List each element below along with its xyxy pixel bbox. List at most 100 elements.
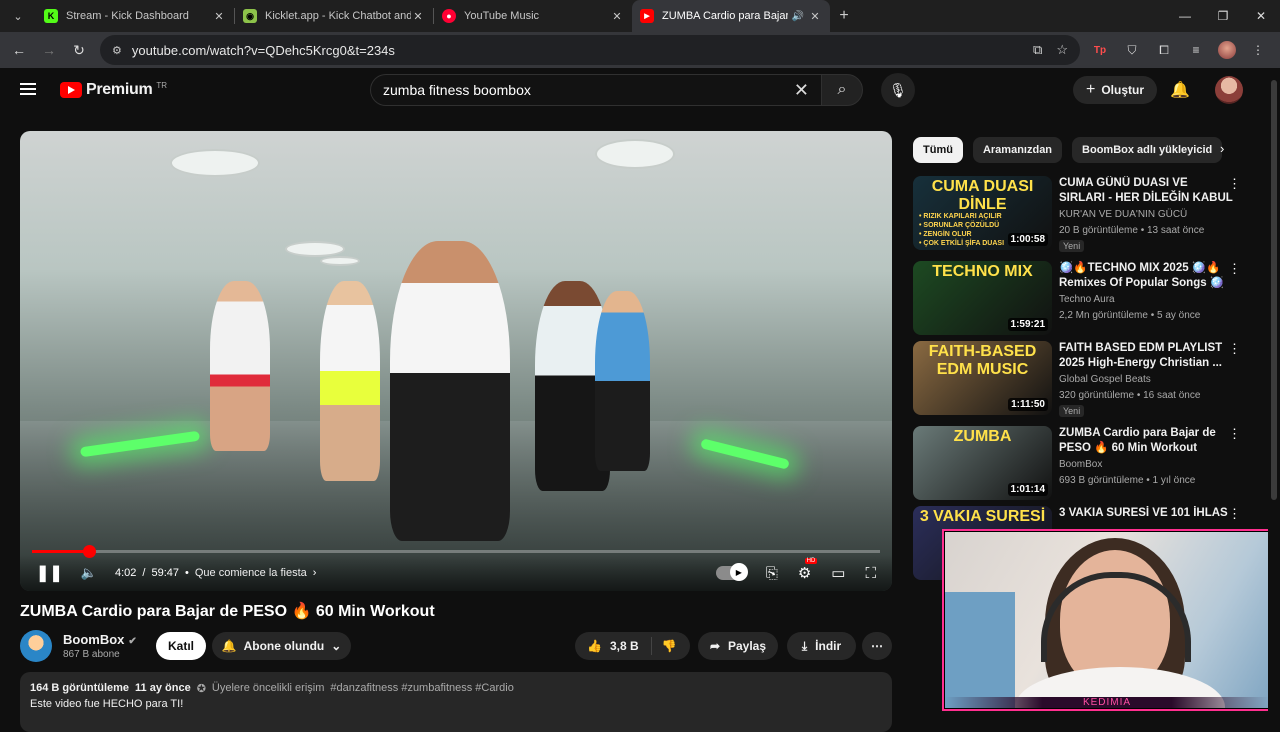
recommendation-title[interactable]: FAITH BASED EDM PLAYLIST 2025 High-Energ… (1059, 341, 1234, 371)
video-thumbnail[interactable]: CUMA DUASI DİNLE • RIZIK KAPILARI AÇILIR… (913, 176, 1052, 250)
more-vertical-icon[interactable]: ⋮ (1228, 341, 1241, 357)
chapter-chevron-icon[interactable]: › (313, 567, 317, 579)
video-thumbnail[interactable]: FAITH-BASED EDM MUSIC 1:11:50 (913, 341, 1052, 415)
more-vertical-icon[interactable]: ⋮ (1228, 426, 1241, 442)
like-button[interactable]: 👍 3,8 B (575, 637, 652, 655)
recommendation-channel[interactable]: Techno Aura (1059, 294, 1115, 305)
hamburger-menu-icon[interactable] (20, 80, 40, 100)
recommendation-card[interactable]: ZUMBA 1:01:14 ZUMBA Cardio para Bajar de… (913, 426, 1253, 502)
volume-icon[interactable]: 🔈 (81, 565, 97, 581)
seek-bar[interactable] (32, 545, 880, 558)
audio-playing-icon[interactable]: 🔊 (792, 11, 804, 22)
streamer-name: KEDIMIA (945, 697, 1269, 708)
video-thumbnail[interactable]: TECHNO MIX 1:59:21 (913, 261, 1052, 335)
more-vertical-icon[interactable]: ⋮ (1228, 261, 1241, 277)
media-control-icon[interactable]: ≡ (1186, 40, 1206, 60)
youtube-premium-logo[interactable]: Premium TR (60, 81, 167, 99)
address-bar[interactable]: ⚙ youtube.com/watch?v=QDehc5Krcg0&t=234s… (100, 35, 1080, 65)
dislike-button[interactable]: 👎 (652, 639, 687, 653)
profile-avatar[interactable] (1218, 41, 1236, 59)
hashtags[interactable]: #danzafitness #zumbafitness #Cardio (330, 682, 513, 695)
browser-tab[interactable]: K Stream - Kick Dashboard ✕ (36, 0, 234, 32)
bookmark-star-icon[interactable]: ☆ (1056, 42, 1068, 58)
recommendation-card[interactable]: TECHNO MIX 1:59:21 🪩🔥TECHNO MIX 2025 🪩🔥 … (913, 261, 1253, 337)
recommendation-card[interactable]: CUMA DUASI DİNLE • RIZIK KAPILARI AÇILIR… (913, 176, 1253, 252)
minimize-icon[interactable]: — (1166, 0, 1204, 32)
install-app-icon[interactable]: ⧉ (1033, 42, 1042, 58)
close-tab-icon[interactable]: ✕ (411, 10, 425, 23)
recommendation-channel[interactable]: BoomBox (1059, 459, 1102, 470)
search-button[interactable]: ⌕ (821, 74, 863, 106)
more-vertical-icon[interactable]: ⋮ (1228, 506, 1241, 522)
dancer (210, 281, 270, 451)
description-meta: 164 B görüntüleme 11 ay önce ✪ Üyelere ö… (30, 682, 882, 695)
page-scrollbar[interactable] (1268, 68, 1280, 720)
channel-avatar[interactable] (20, 630, 52, 662)
close-window-icon[interactable]: ✕ (1242, 0, 1280, 32)
create-button[interactable]: + Oluştur (1073, 76, 1157, 104)
recommendation-title[interactable]: 3 VAKIA SURESİ VE 101 İHLAS (1059, 506, 1234, 521)
youtube-music-favicon-icon: ● (442, 9, 456, 23)
browser-tab[interactable]: ◉ Kicklet.app - Kick Chatbot and ( ✕ (235, 0, 433, 32)
recommendation-title[interactable]: CUMA GÜNÜ DUASI VE SIRLARI - HER DİLEĞİN… (1059, 176, 1234, 206)
recommendation-card[interactable]: FAITH-BASED EDM MUSIC 1:11:50 FAITH BASE… (913, 341, 1253, 417)
new-tab-button[interactable]: + (830, 7, 858, 25)
recommendation-title[interactable]: ZUMBA Cardio para Bajar de PESO 🔥 60 Min… (1059, 426, 1234, 456)
description-box[interactable]: 164 B görüntüleme 11 ay önce ✪ Üyelere ö… (20, 672, 892, 732)
theater-mode-icon[interactable]: ▭ (831, 564, 845, 582)
tab-title: Kicklet.app - Kick Chatbot and ( (265, 10, 411, 22)
subtitles-icon[interactable]: ⎘ (766, 565, 778, 582)
dancer (320, 281, 380, 481)
more-vertical-icon[interactable]: ⋮ (1228, 176, 1241, 192)
autoplay-toggle[interactable] (715, 563, 748, 581)
thumbnail-line: • RIZIK KAPILARI AÇILIR (919, 213, 1002, 220)
download-button[interactable]: ⤓ İndir (787, 632, 856, 660)
video-title: ZUMBA Cardio para Bajar de PESO 🔥 60 Min… (20, 603, 435, 620)
browser-menu-icon[interactable]: ⋮ (1248, 40, 1268, 60)
close-tab-icon[interactable]: ✕ (610, 10, 624, 23)
extensions-puzzle-icon[interactable]: ⧠ (1154, 40, 1174, 60)
clear-search-icon[interactable]: ✕ (794, 80, 809, 101)
account-avatar[interactable] (1215, 76, 1243, 104)
video-thumbnail[interactable]: ZUMBA 1:01:14 (913, 426, 1052, 500)
voice-search-button[interactable]: 🎙 (881, 73, 915, 107)
pause-icon[interactable]: ❚❚ (36, 563, 63, 583)
subscribed-button[interactable]: 🔔 Abone olundu ⌄ (212, 632, 351, 660)
recommendation-title[interactable]: 🪩🔥TECHNO MIX 2025 🪩🔥 Remixes Of Popular … (1059, 261, 1234, 291)
channel-name-wrap[interactable]: BoomBox ✔ (63, 632, 137, 647)
close-tab-icon[interactable]: ✕ (808, 10, 822, 23)
scrollbar-thumb[interactable] (1271, 80, 1277, 500)
chip-all[interactable]: Tümü (913, 137, 963, 163)
back-icon[interactable]: ← (4, 35, 34, 65)
player-controls: ❚❚ 🔈 4:02 / 59:47 • Que comience la fies… (20, 555, 892, 591)
chips-next-chevron-icon[interactable]: › (1220, 141, 1224, 156)
chapter-title[interactable]: Que comience la fiesta (195, 567, 307, 579)
tab-search-icon[interactable]: ⌄ (0, 0, 36, 32)
join-button[interactable]: Katıl (156, 632, 206, 660)
player-right-controls: ⎘ ⚙HD ▭ ⛶ (715, 558, 876, 582)
share-button[interactable]: ➦ Paylaş (698, 632, 778, 660)
close-tab-icon[interactable]: ✕ (212, 10, 226, 23)
recommendation-channel[interactable]: Global Gospel Beats (1059, 374, 1151, 385)
notifications-bell-icon[interactable]: 🔔 (1170, 80, 1190, 100)
recommendation-stats: 693 B görüntüleme • 1 yıl önce (1059, 475, 1196, 486)
maximize-icon[interactable]: ❐ (1204, 0, 1242, 32)
video-player[interactable]: ❚❚ 🔈 4:02 / 59:47 • Que comience la fies… (20, 131, 892, 591)
forward-icon[interactable]: → (34, 35, 64, 65)
search-input[interactable]: zumba fitness boombox ✕ (370, 74, 822, 106)
settings-gear-icon[interactable]: ⚙ HD (798, 558, 818, 582)
browser-tab[interactable]: ● YouTube Music ✕ (434, 0, 632, 32)
reload-icon[interactable]: ↻ (64, 35, 94, 65)
site-info-icon[interactable]: ⚙ (112, 44, 122, 57)
chip-channel[interactable]: BoomBox adlı yükleyicid (1072, 137, 1223, 163)
fullscreen-icon[interactable]: ⛶ (865, 565, 876, 582)
more-actions-button[interactable]: ⋯ (862, 632, 892, 660)
channel-name[interactable]: BoomBox (63, 632, 124, 647)
recommendation-stats: 20 B görüntüleme • 13 saat önce (1059, 225, 1205, 236)
browser-tab-active[interactable]: ▶ ZUMBA Cardio para Bajar de 🔊 ✕ (632, 0, 830, 32)
recommendation-channel[interactable]: KUR'AN VE DUA'NIN GÜCÜ (1059, 209, 1187, 220)
chip-from-search[interactable]: Aramanızdan (972, 137, 1063, 163)
thumbs-down-icon: 👎 (661, 639, 677, 653)
extension-shield-icon[interactable]: ⛉ (1122, 40, 1142, 60)
extension-tp-icon[interactable]: Tp (1090, 40, 1110, 60)
